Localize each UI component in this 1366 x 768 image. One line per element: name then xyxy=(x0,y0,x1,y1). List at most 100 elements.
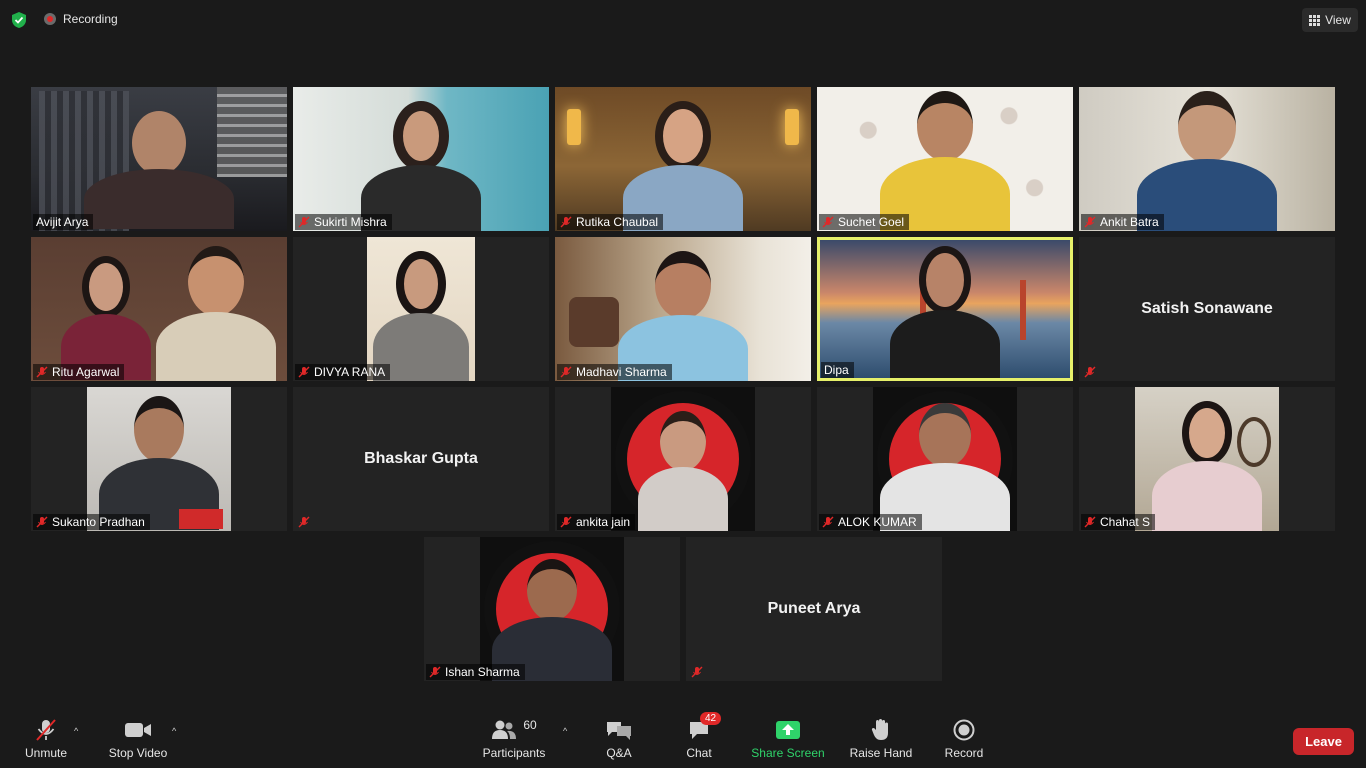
participant-name: Chahat S xyxy=(1100,515,1151,529)
participant-name-tag: ankita jain xyxy=(557,514,636,530)
chat-label: Chat xyxy=(686,746,712,760)
participant-name: Avijit Arya xyxy=(36,215,89,229)
participant-name-tag: Chahat S xyxy=(1081,514,1156,530)
participant-name-tag: Ishan Sharma xyxy=(426,664,525,680)
participant-name: DIVYA RANA xyxy=(314,365,386,379)
video-tile-ankita-jain[interactable]: ankita jain xyxy=(555,387,811,531)
video-tile-bhaskar-gupta[interactable]: Bhaskar Gupta xyxy=(293,387,549,531)
participant-video xyxy=(367,237,475,381)
muted-mic-icon xyxy=(560,216,572,228)
participant-video xyxy=(555,237,811,381)
microphone-muted-icon xyxy=(36,719,56,741)
video-tile-puneet-arya[interactable]: Puneet Arya xyxy=(686,537,942,681)
raise-hand-button[interactable]: Raise Hand xyxy=(848,718,914,760)
participant-video xyxy=(873,387,1017,531)
participant-video xyxy=(480,537,624,681)
participant-name-tag: Suchet Goel xyxy=(819,214,910,230)
record-label: Record xyxy=(944,746,984,760)
chat-button[interactable]: 42 Chat xyxy=(682,712,722,760)
video-tile-chahat-s[interactable]: Chahat S xyxy=(1079,387,1335,531)
participant-video xyxy=(611,387,755,531)
muted-mic-icon xyxy=(298,516,310,528)
stop-video-button[interactable]: Stop Video xyxy=(106,718,170,760)
participant-name-tag: Sukirti Mishra xyxy=(295,214,392,230)
share-screen-icon xyxy=(776,721,800,739)
view-button[interactable]: View xyxy=(1302,8,1358,32)
muted-mic-icon xyxy=(560,366,572,378)
share-screen-label: Share Screen xyxy=(751,746,825,760)
participant-display-name: Satish Sonawane xyxy=(1141,300,1273,317)
participants-icon xyxy=(492,720,517,739)
participant-name-tag: Ankit Batra xyxy=(1081,214,1164,230)
participant-name: Sukirti Mishra xyxy=(314,215,387,229)
participant-name-tag: Rutika Chaubal xyxy=(557,214,664,230)
video-tile-suchet-goel[interactable]: Suchet Goel xyxy=(817,87,1073,231)
video-tile-ritu-agarwal[interactable]: Ritu Agarwal xyxy=(31,237,287,381)
audio-options-caret-icon[interactable]: ^ xyxy=(74,726,78,736)
recording-label: Recording xyxy=(63,12,118,26)
participant-video xyxy=(293,87,549,231)
muted-mic-icon xyxy=(36,516,48,528)
participant-video xyxy=(31,87,287,231)
video-tile-alok-kumar[interactable]: ALOK KUMAR xyxy=(817,387,1073,531)
raise-hand-label: Raise Hand xyxy=(849,746,913,760)
muted-mic-icon xyxy=(298,366,310,378)
grid-icon xyxy=(1309,14,1321,26)
participant-name-tag: Ritu Agarwal xyxy=(33,364,125,380)
muted-mic-icon xyxy=(560,516,572,528)
muted-mic-icon xyxy=(822,516,834,528)
participant-video xyxy=(820,240,1070,378)
video-tile-ankit-batra[interactable]: Ankit Batra xyxy=(1079,87,1335,231)
video-tile-ishan-sharma[interactable]: Ishan Sharma xyxy=(424,537,680,681)
participants-options-caret-icon[interactable]: ^ xyxy=(563,726,567,736)
participant-name-tag xyxy=(1081,364,1101,380)
chat-unread-badge: 42 xyxy=(700,712,722,725)
record-button[interactable]: Record xyxy=(942,718,986,760)
participant-video xyxy=(1079,87,1335,231)
video-camera-icon xyxy=(125,723,151,737)
participant-name-tag: ALOK KUMAR xyxy=(819,514,922,530)
participant-name: Sukanto Pradhan xyxy=(52,515,145,529)
participants-count: 60 xyxy=(523,718,537,732)
unmute-label: Unmute xyxy=(24,746,68,760)
participant-name-tag: Dipa xyxy=(821,362,854,378)
leave-button[interactable]: Leave xyxy=(1293,728,1354,755)
qa-button[interactable]: Q&A xyxy=(599,718,639,760)
unmute-button[interactable]: Unmute xyxy=(20,718,72,760)
muted-mic-icon xyxy=(36,366,48,378)
record-icon xyxy=(953,719,975,741)
video-tile-sukirti-mishra[interactable]: Sukirti Mishra xyxy=(293,87,549,231)
video-tile-dipa[interactable]: Dipa xyxy=(817,237,1073,381)
qa-label: Q&A xyxy=(606,746,632,760)
video-tile-avijit-arya[interactable]: Avijit Arya xyxy=(31,87,287,231)
participants-button[interactable]: 60 Participants xyxy=(480,718,548,760)
participant-video xyxy=(1135,387,1279,531)
video-tile-sukanto-pradhan[interactable]: Sukanto Pradhan xyxy=(31,387,287,531)
participant-video xyxy=(87,387,231,531)
muted-mic-icon xyxy=(298,216,310,228)
video-tile-satish-sonawane[interactable]: Satish Sonawane xyxy=(1079,237,1335,381)
video-tile-divya-rana[interactable]: DIVYA RANA xyxy=(293,237,549,381)
video-tile-madhavi-sharma[interactable]: Madhavi Sharma xyxy=(555,237,811,381)
encryption-shield-icon[interactable] xyxy=(10,11,28,29)
participant-video xyxy=(31,237,287,381)
participant-name: Dipa xyxy=(824,363,849,377)
participant-name: ankita jain xyxy=(576,515,631,529)
participant-name-tag xyxy=(295,514,315,530)
participant-name: Suchet Goel xyxy=(838,215,905,229)
raise-hand-icon xyxy=(871,719,888,740)
stop-video-label: Stop Video xyxy=(108,746,168,760)
participants-label: Participants xyxy=(482,746,546,760)
participant-display-name: Puneet Arya xyxy=(767,600,861,617)
video-options-caret-icon[interactable]: ^ xyxy=(172,726,176,736)
participant-name-tag: Avijit Arya xyxy=(33,214,94,230)
participant-name: Ritu Agarwal xyxy=(52,365,120,379)
muted-mic-icon xyxy=(691,666,703,678)
participant-name: Ishan Sharma xyxy=(445,665,520,679)
recording-indicator[interactable]: Recording xyxy=(44,12,118,26)
video-tile-rutika-chaubal[interactable]: Rutika Chaubal xyxy=(555,87,811,231)
share-screen-button[interactable]: Share Screen xyxy=(750,718,826,760)
view-label: View xyxy=(1325,13,1351,27)
participant-name: Madhavi Sharma xyxy=(576,365,667,379)
participant-video xyxy=(817,87,1073,231)
